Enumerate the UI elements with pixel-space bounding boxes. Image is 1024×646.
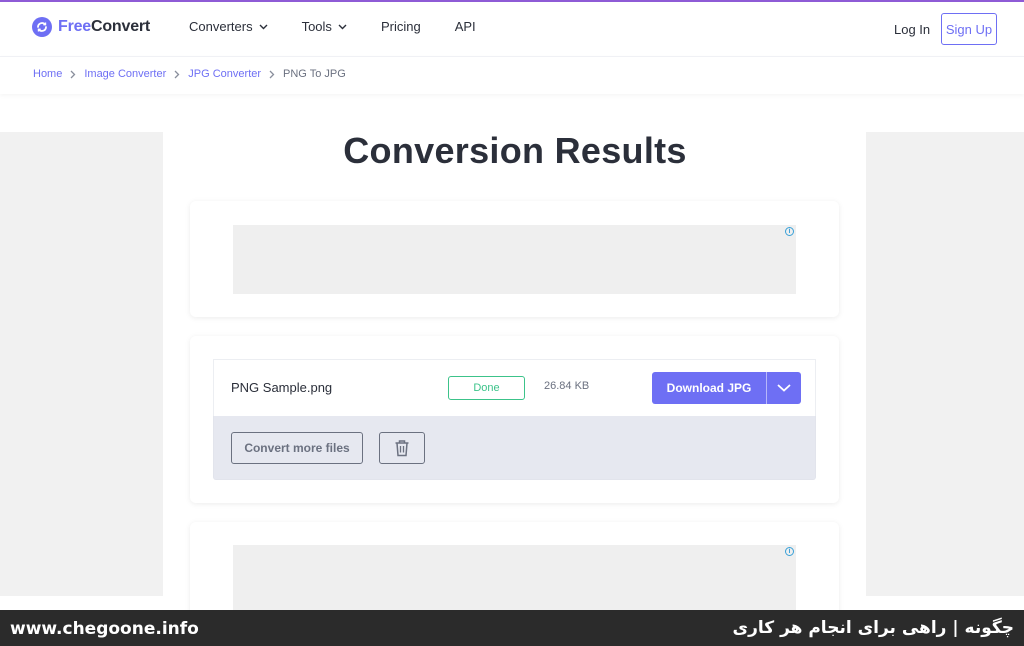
nav-tools-label: Tools [301, 19, 332, 34]
chevron-right-icon [70, 70, 76, 78]
breadcrumb-home[interactable]: Home [33, 68, 62, 80]
ad-info-icon[interactable]: i [785, 547, 794, 556]
breadcrumb: Home Image Converter JPG Converter PNG T… [33, 68, 346, 80]
ad-banner[interactable] [233, 545, 796, 615]
nav-api-label: API [454, 19, 476, 34]
nav-tools[interactable]: Tools [302, 19, 347, 34]
breadcrumb-bar: Home Image Converter JPG Converter PNG T… [0, 56, 1024, 94]
chevron-right-icon [174, 70, 180, 78]
delete-button[interactable] [379, 432, 425, 464]
nav-converters[interactable]: Converters [189, 19, 268, 34]
side-ad-left [0, 132, 163, 596]
nav-pricing[interactable]: Pricing [381, 19, 421, 34]
signup-button[interactable]: Sign Up [941, 13, 997, 45]
site-header: FreeConvert Converters Tools Pricing API… [0, 2, 1024, 56]
chevron-down-icon [338, 24, 347, 29]
breadcrumb-jpg-converter[interactable]: JPG Converter [188, 68, 261, 80]
logo-text: FreeConvert [58, 18, 150, 36]
breadcrumb-current: PNG To JPG [283, 68, 346, 80]
logo-text-free: Free [58, 18, 91, 35]
ad-banner[interactable] [233, 225, 796, 294]
convert-more-button[interactable]: Convert more files [231, 432, 363, 464]
trash-icon [395, 440, 409, 457]
logo-text-convert: Convert [91, 18, 151, 35]
watermark-tagline: چگونه | راهی برای انجام هر کاری [732, 618, 1014, 638]
ad-card-top: i [190, 201, 839, 317]
main-nav: Converters Tools Pricing API [189, 19, 510, 34]
status-badge: Done [448, 376, 525, 400]
page-title: Conversion Results [343, 130, 687, 171]
freeconvert-logo-icon [32, 17, 52, 37]
file-name: PNG Sample.png [231, 380, 333, 395]
action-row: Convert more files [213, 416, 816, 480]
ad-info-icon[interactable]: i [785, 227, 794, 236]
conversion-result-card: PNG Sample.png Done 26.84 KB Download JP… [190, 336, 839, 503]
chevron-right-icon [269, 70, 275, 78]
download-options-button[interactable] [767, 372, 801, 404]
site-logo[interactable]: FreeConvert [32, 17, 150, 37]
chevron-down-icon [259, 24, 268, 29]
nav-api[interactable]: API [455, 19, 476, 34]
breadcrumb-image-converter[interactable]: Image Converter [84, 68, 166, 80]
watermark-url: www.chegoone.info [10, 619, 199, 639]
download-button-group: Download JPG [652, 372, 801, 404]
file-row: PNG Sample.png Done 26.84 KB Download JP… [213, 359, 816, 416]
login-link[interactable]: Log In [894, 22, 930, 37]
file-size: 26.84 KB [544, 380, 590, 392]
nav-pricing-label: Pricing [380, 19, 421, 34]
download-button[interactable]: Download JPG [652, 372, 767, 404]
ad-card-bottom: i [190, 522, 839, 622]
side-ad-right [866, 132, 1024, 596]
watermark-band: www.chegoone.info چگونه | راهی برای انجا… [0, 610, 1024, 646]
nav-converters-label: Converters [189, 19, 253, 34]
chevron-down-icon [777, 384, 791, 392]
